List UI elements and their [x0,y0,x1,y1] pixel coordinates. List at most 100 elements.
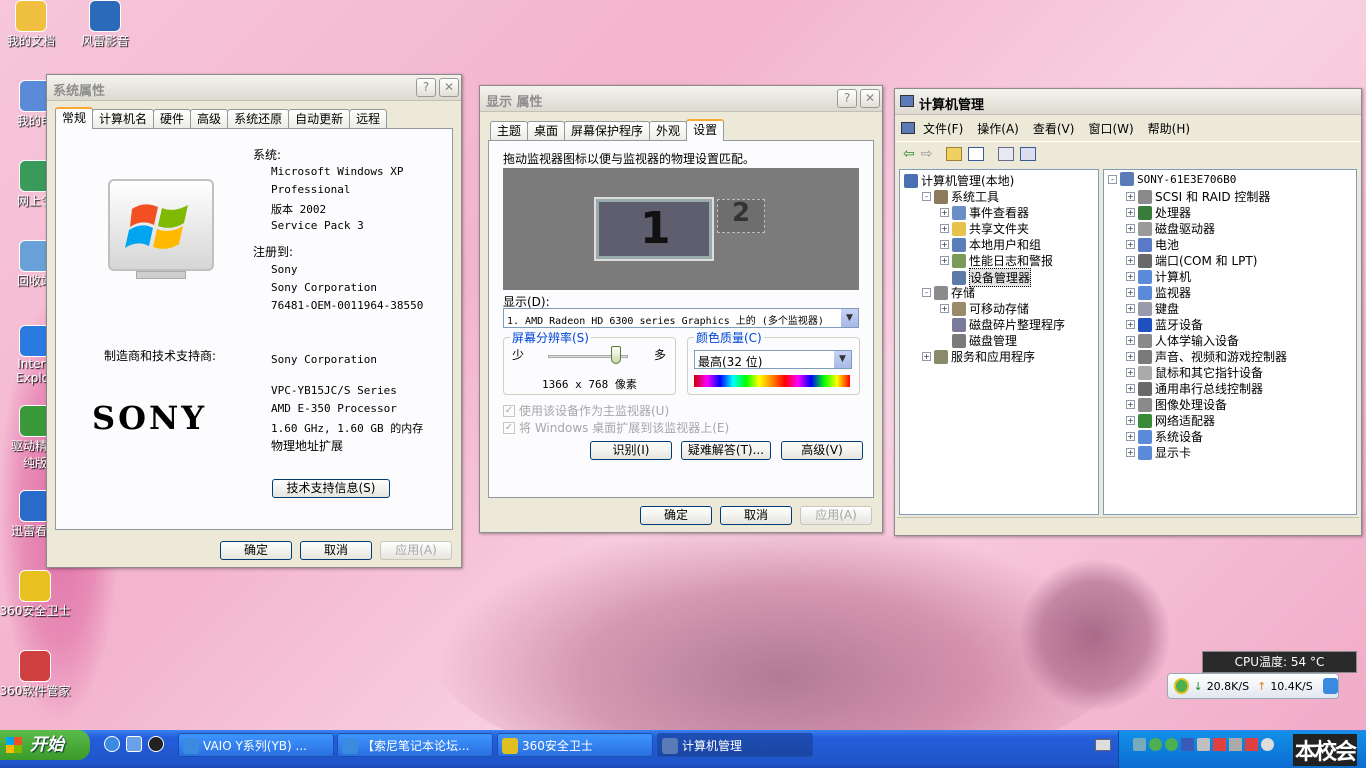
tray-icon[interactable] [1213,738,1226,751]
expand-icon[interactable]: + [1126,288,1135,297]
tab-item[interactable]: 自动更新 [288,109,351,129]
device-category[interactable]: + 网络适配器 [1126,412,1215,429]
advanced-button[interactable]: 高级(V) [781,441,863,460]
tab-active[interactable]: 设置 [686,119,725,141]
desktop-icon[interactable]: 360安全卫士 [0,570,70,619]
expand-icon[interactable]: + [1126,336,1135,345]
tree-node[interactable]: + 事件查看器 [940,204,1029,221]
device-category[interactable]: + 图像处理设备 [1126,396,1227,413]
extend-desktop-checkbox[interactable]: ✓ 将 Windows 桌面扩展到该监视器上(E) [503,419,729,436]
tree-node[interactable]: - 系统工具 [922,188,999,205]
help-button[interactable]: ? [837,89,857,108]
tree-node[interactable]: + 本地用户和组 [940,236,1041,253]
expand-icon[interactable]: + [940,224,949,233]
menu-item[interactable]: 帮助(H) [1148,120,1190,137]
help-icon[interactable] [1020,146,1037,161]
device-category[interactable]: + 监视器 [1126,284,1191,301]
expand-icon[interactable]: + [1126,416,1135,425]
device-category[interactable]: + 计算机 [1126,268,1191,285]
titlebar[interactable]: 显示 属性 ? ✕ [480,86,882,112]
up-folder-icon[interactable] [946,146,963,161]
tab-item[interactable]: 计算机名 [92,109,155,129]
color-quality-select[interactable]: 最高(32 位) ▼ [694,350,852,369]
troubleshoot-button[interactable]: 疑难解答(T)... [681,441,771,460]
start-button[interactable]: 开始 [0,730,90,760]
tray-icon[interactable] [1181,738,1194,751]
device-category[interactable]: + 处理器 [1126,204,1191,221]
show-desktop-icon[interactable] [126,736,142,752]
expand-icon[interactable]: + [1126,400,1135,409]
tab-item[interactable]: 系统还原 [227,109,290,129]
ie-icon[interactable] [104,736,120,752]
collapse-icon[interactable]: - [922,288,931,297]
apply-button[interactable]: 应用(A) [380,541,452,560]
network-speed-widget[interactable]: ↓ 20.8K/S ↑ 10.4K/S [1167,673,1339,699]
monitor-arrangement[interactable]: 1 2 [503,168,859,290]
expand-icon[interactable]: + [1126,320,1135,329]
device-category[interactable]: + 系统设备 [1126,428,1203,445]
tab-item[interactable]: 桌面 [527,121,566,141]
device-category[interactable]: + 端口(COM 和 LPT) [1126,252,1257,269]
expand-icon[interactable]: + [940,208,949,217]
tab-item[interactable]: 屏幕保护程序 [564,121,651,141]
tray-icon[interactable] [1229,738,1242,751]
menu-item[interactable]: 操作(A) [977,120,1019,137]
device-category[interactable]: + SCSI 和 RAID 控制器 [1126,188,1270,205]
back-arrow-icon[interactable]: ⇦ [903,146,915,162]
expand-icon[interactable]: + [1126,384,1135,393]
resolution-slider-thumb[interactable] [611,346,621,364]
expand-icon[interactable]: + [940,304,949,313]
tab-item[interactable]: 远程 [349,109,388,129]
device-tree-root[interactable]: - SONY-61E3E706B0 [1108,172,1236,186]
expand-icon[interactable]: + [1126,272,1135,281]
expand-icon[interactable]: + [1126,224,1135,233]
tray-icon[interactable] [1197,738,1210,751]
tree-node[interactable]: + 共享文件夹 [940,220,1029,237]
chevron-down-icon[interactable]: ▼ [841,309,858,327]
support-info-button[interactable]: 技术支持信息(S) [272,479,390,498]
browser-icon[interactable] [1322,678,1338,694]
expand-icon[interactable]: + [1126,240,1135,249]
expand-icon[interactable]: + [1126,352,1135,361]
expand-icon[interactable]: + [1126,432,1135,441]
tab-item[interactable]: 外观 [649,121,688,141]
menu-item[interactable]: 文件(F) [923,120,963,137]
ok-button[interactable]: 确定 [640,506,712,525]
expand-icon[interactable]: + [940,240,949,249]
expand-icon[interactable]: + [1126,304,1135,313]
identify-button[interactable]: 识别(I) [590,441,672,460]
expand-icon[interactable]: + [1126,256,1135,265]
expand-icon[interactable]: + [1126,192,1135,201]
tray-icon[interactable] [1133,738,1146,751]
taskbar-button[interactable]: 计算机管理 [657,733,813,757]
tab-item[interactable]: 高级 [190,109,229,129]
cancel-button[interactable]: 取消 [720,506,792,525]
device-category[interactable]: + 声音、视频和游戏控制器 [1126,348,1287,365]
desktop-icon[interactable]: 360软件管家 [0,650,70,699]
show-hide-tree-icon[interactable] [968,146,985,161]
tab-item[interactable]: 主题 [490,121,529,141]
collapse-icon[interactable]: - [922,192,931,201]
device-category[interactable]: + 键盘 [1126,300,1179,317]
expand-icon[interactable]: + [1126,208,1135,217]
apply-button[interactable]: 应用(A) [800,506,872,525]
media-player-icon[interactable] [148,736,164,752]
titlebar[interactable]: 系统属性 ? ✕ [47,75,461,101]
device-category[interactable]: + 蓝牙设备 [1126,316,1203,333]
tab-item[interactable]: 硬件 [153,109,192,129]
tree-node[interactable]: 计算机管理(本地) [904,172,1014,189]
chevron-down-icon[interactable]: ▼ [834,351,851,368]
expand-icon[interactable]: + [922,352,931,361]
expand-icon[interactable]: + [1126,448,1135,457]
taskbar-button[interactable]: VAIO Y系列(YB) ... [178,733,334,757]
cancel-button[interactable]: 取消 [300,541,372,560]
taskbar-button[interactable]: 【索尼笔记本论坛... [337,733,493,757]
tree-node[interactable]: 磁盘管理 [940,332,1017,349]
mmc-icon[interactable] [901,122,915,134]
primary-monitor-checkbox[interactable]: ✓ 使用该设备作为主监视器(U) [503,402,669,419]
menu-item[interactable]: 查看(V) [1033,120,1075,137]
properties-icon[interactable] [998,146,1015,161]
desktop-icon[interactable]: 风雷影音 [70,0,140,49]
device-category[interactable]: + 显示卡 [1126,444,1191,461]
expand-icon[interactable]: + [940,256,949,265]
